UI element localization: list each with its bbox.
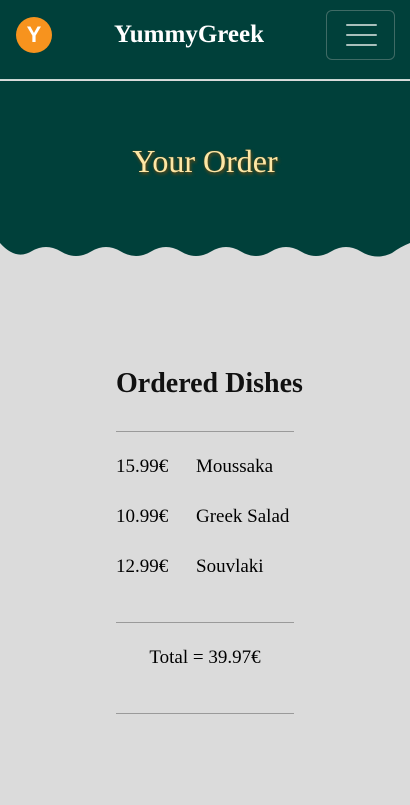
brand-logo[interactable]: Y (16, 17, 52, 53)
divider-middle (116, 622, 294, 623)
dish-price: 12.99€ (116, 556, 169, 577)
brand-name[interactable]: YummyGreek (114, 18, 264, 52)
wave-divider (0, 239, 410, 257)
hero-banner: Your Order (0, 81, 410, 241)
menu-bar-icon (346, 34, 377, 36)
divider-bottom (116, 713, 294, 714)
dish-price: 15.99€ (116, 456, 169, 477)
top-navbar: Y YummyGreek (0, 0, 410, 80)
list-item: 12.99€ Souvlaki (116, 555, 306, 579)
order-section-title: Ordered Dishes (116, 368, 303, 399)
list-item: 10.99€ Greek Salad (116, 505, 306, 529)
dish-name: Moussaka (196, 456, 274, 477)
menu-bar-icon (346, 24, 377, 26)
order-total: Total = 39.97€ (149, 647, 261, 668)
menu-bar-icon (346, 44, 377, 46)
hamburger-menu-button[interactable] (326, 10, 395, 60)
dish-name: Souvlaki (196, 556, 264, 577)
dish-price: 10.99€ (116, 506, 169, 527)
page-title: Your Order (132, 143, 278, 179)
dish-name: Greek Salad (196, 506, 290, 527)
divider-top (116, 431, 294, 432)
list-item: 15.99€ Moussaka (116, 455, 306, 479)
order-summary: Ordered Dishes (116, 366, 303, 402)
